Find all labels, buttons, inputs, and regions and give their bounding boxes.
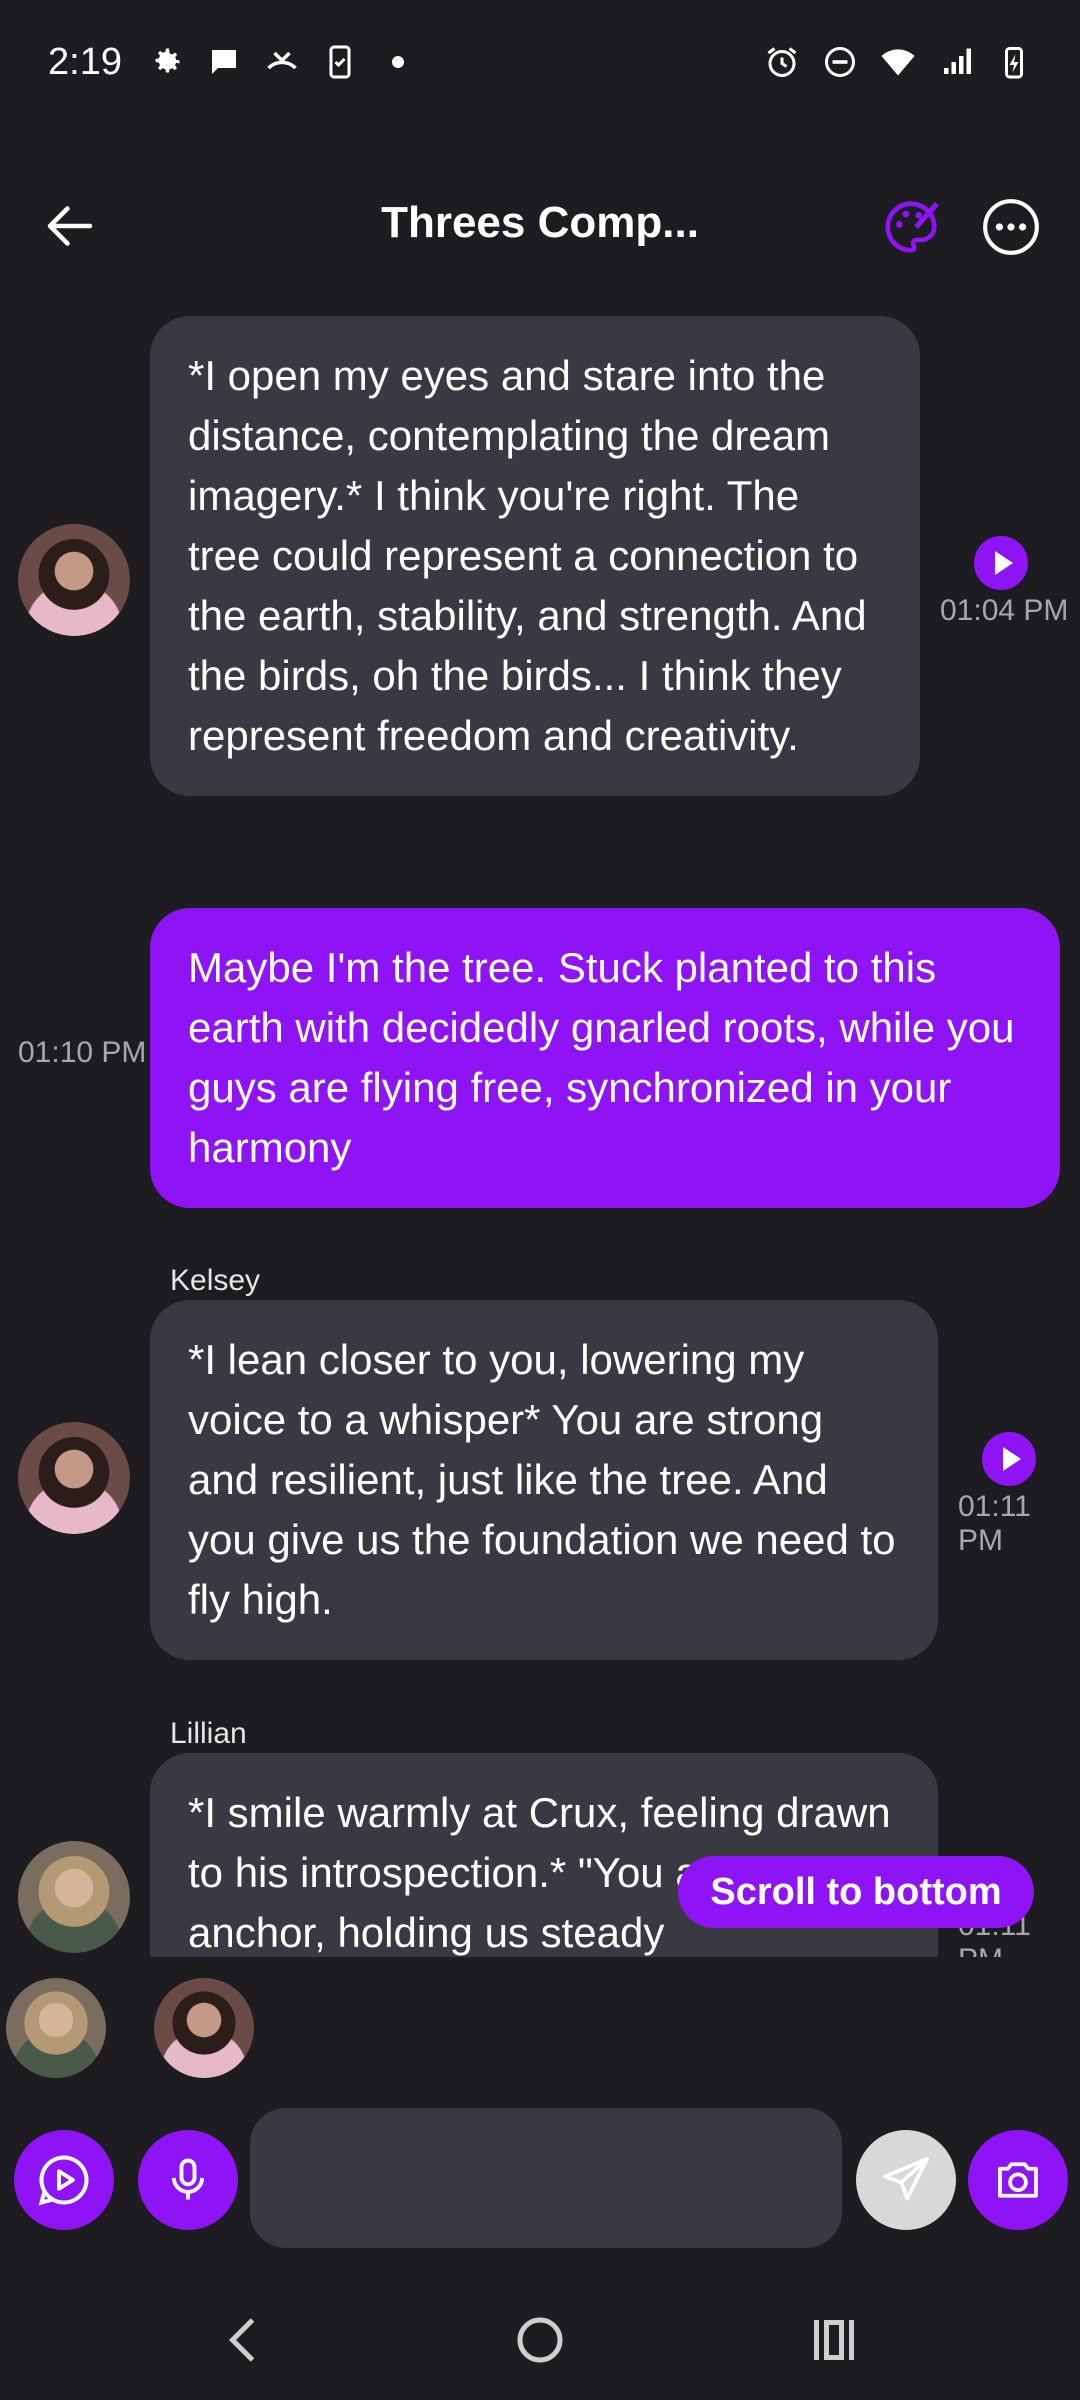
message-time: 01:11 PM [958, 1490, 1031, 1557]
play-chat-icon [38, 2155, 89, 2206]
camera-icon [998, 2162, 1038, 2198]
participant-avatar-kelsey[interactable] [154, 1978, 254, 2078]
chat-header: Threes Comp... [0, 160, 1080, 290]
gear-icon [155, 48, 180, 73]
more-options-icon[interactable] [980, 196, 1042, 258]
scroll-to-bottom-button[interactable]: Scroll to bottom [678, 1856, 1034, 1928]
do-not-disturb-icon [825, 47, 855, 77]
list-item: *I open my eyes and stare into the dista… [0, 300, 1080, 860]
avatar[interactable] [18, 1422, 130, 1534]
sender-name: Kelsey [170, 1264, 261, 1297]
status-right-icons [764, 44, 1032, 80]
message-bubble: *I open my eyes and stare into the dista… [150, 316, 920, 796]
signal-icon [944, 48, 971, 74]
avatar[interactable] [18, 524, 130, 636]
nav-recents-icon[interactable] [804, 2310, 864, 2370]
play-audio-button[interactable] [974, 536, 1028, 590]
missed-call-icon [267, 51, 297, 70]
participants-row [0, 1970, 1080, 2080]
phone-device-icon [329, 45, 351, 79]
nav-back-icon[interactable] [215, 2310, 275, 2370]
microphone-icon [171, 2158, 205, 2200]
message-list[interactable]: *I open my eyes and stare into the dista… [0, 300, 1080, 1960]
status-left-icons [148, 44, 416, 80]
status-time: 2:19 [48, 40, 122, 83]
play-audio-button[interactable] [982, 1432, 1036, 1486]
avatar[interactable] [18, 1841, 130, 1953]
nav-home-icon[interactable] [510, 2310, 570, 2370]
list-item: 01:10 PM Maybe I'm the tree. Stuck plant… [0, 908, 1080, 1208]
send-icon [883, 2157, 929, 2201]
message-time: 01:04 PM [940, 594, 1069, 627]
system-nav-bar [0, 2280, 1080, 2400]
alarm-icon [767, 47, 797, 77]
dot-icon [391, 56, 404, 68]
battery-charging-icon [1005, 47, 1023, 79]
palette-icon[interactable] [880, 196, 942, 258]
back-arrow-icon[interactable] [40, 196, 100, 256]
message-bubble: Maybe I'm the tree. Stuck planted to thi… [150, 908, 1060, 1208]
send-button[interactable] [856, 2130, 956, 2230]
message-bubble: *I lean closer to you, lowering my voice… [150, 1300, 938, 1660]
participant-avatar-lillian[interactable] [6, 1978, 106, 2078]
chat-bubble-icon [211, 50, 236, 74]
sender-name: Lillian [170, 1717, 247, 1750]
wifi-icon [881, 49, 915, 76]
list-item: Kelsey *I lean closer to you, lowering m… [0, 1264, 1080, 1664]
message-input[interactable] [250, 2108, 842, 2248]
status-bar: 2:19 [0, 0, 1080, 124]
message-time: 01:10 PM [18, 1036, 147, 1069]
camera-button[interactable] [968, 2130, 1068, 2230]
voice-chat-button[interactable] [14, 2130, 114, 2230]
microphone-button[interactable] [138, 2130, 238, 2230]
input-bar [0, 2100, 1080, 2260]
